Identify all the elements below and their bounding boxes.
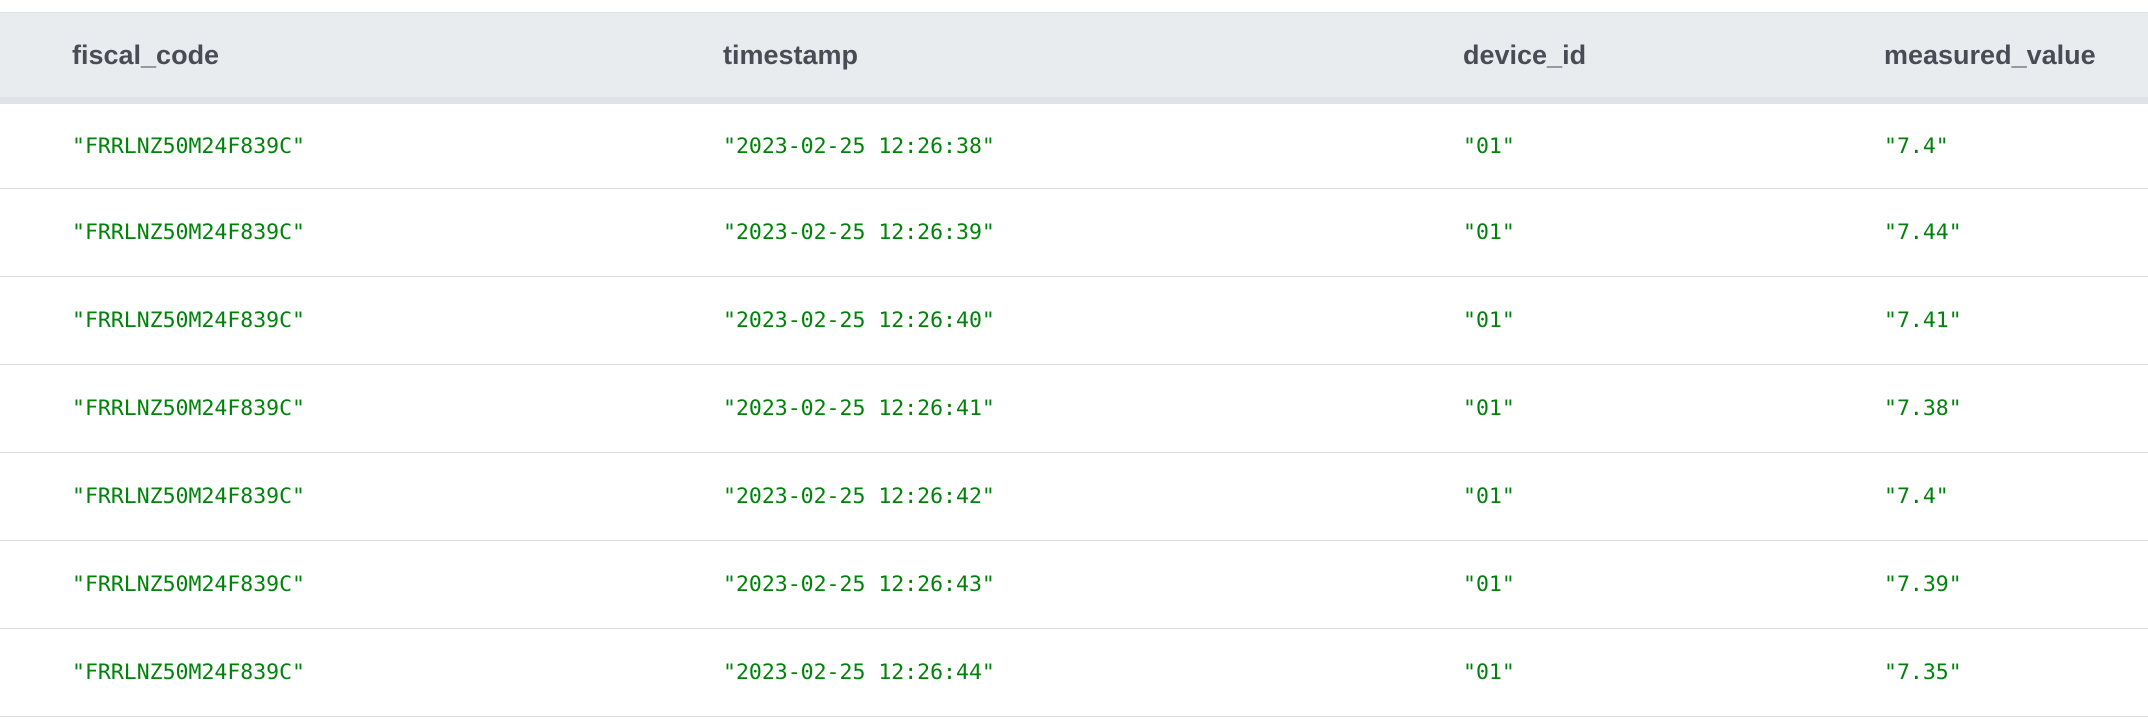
cell-fiscal-code: "FRRLNZ50M24F839C" [72, 133, 305, 159]
cell-timestamp: "2023-02-25 12:26:43" [723, 572, 995, 597]
cell-measured-value: "7.4" [1884, 133, 1949, 159]
cell-timestamp: "2023-02-25 12:26:39" [723, 220, 995, 245]
cell-device-id: "01" [1463, 133, 1515, 159]
cell-timestamp: "2023-02-25 12:26:40" [723, 308, 995, 333]
cell-measured-value: "7.44" [1884, 220, 1962, 245]
cell-device-id: "01" [1463, 308, 1515, 333]
cell-timestamp: "2023-02-25 12:26:42" [723, 484, 995, 509]
cell-fiscal-code: "FRRLNZ50M24F839C" [72, 308, 305, 333]
cell-measured-value: "7.41" [1884, 308, 1962, 333]
cell-device-id: "01" [1463, 572, 1515, 597]
results-table: fiscal_code timestamp device_id measured… [0, 12, 2148, 717]
header-row: fiscal_code timestamp device_id measured… [0, 12, 2148, 101]
results-table-container: fiscal_code timestamp device_id measured… [0, 0, 2148, 726]
cell-measured-value: "7.38" [1884, 396, 1962, 421]
cell-fiscal-code: "FRRLNZ50M24F839C" [72, 484, 305, 509]
table-row: "FRRLNZ50M24F839C" "2023-02-25 12:26:42"… [0, 453, 2148, 541]
table-row: "FRRLNZ50M24F839C" "2023-02-25 12:26:39"… [0, 189, 2148, 277]
cell-device-id: "01" [1463, 660, 1515, 685]
column-header-fiscal-code[interactable]: fiscal_code [0, 13, 723, 101]
cell-device-id: "01" [1463, 220, 1515, 245]
cell-timestamp: "2023-02-25 12:26:44" [723, 660, 995, 685]
cell-fiscal-code: "FRRLNZ50M24F839C" [72, 396, 305, 421]
cell-fiscal-code: "FRRLNZ50M24F839C" [72, 660, 305, 685]
cell-measured-value: "7.4" [1884, 484, 1949, 509]
cell-timestamp: "2023-02-25 12:26:41" [723, 396, 995, 421]
table-body: "FRRLNZ50M24F839C" "2023-02-25 12:26:38"… [0, 101, 2148, 717]
cell-timestamp: "2023-02-25 12:26:38" [723, 133, 995, 159]
table-row: "FRRLNZ50M24F839C" "2023-02-25 12:26:41"… [0, 365, 2148, 453]
table-header: fiscal_code timestamp device_id measured… [0, 12, 2148, 101]
table-row: "FRRLNZ50M24F839C" "2023-02-25 12:26:38"… [0, 101, 2148, 189]
table-row: "FRRLNZ50M24F839C" "2023-02-25 12:26:43"… [0, 541, 2148, 629]
column-header-device-id[interactable]: device_id [1463, 13, 1884, 101]
cell-device-id: "01" [1463, 396, 1515, 421]
cell-measured-value: "7.35" [1884, 660, 1962, 685]
cell-measured-value: "7.39" [1884, 572, 1962, 597]
cell-fiscal-code: "FRRLNZ50M24F839C" [72, 572, 305, 597]
column-header-timestamp[interactable]: timestamp [723, 13, 1463, 101]
column-header-measured-value[interactable]: measured_value [1884, 13, 2148, 101]
table-row: "FRRLNZ50M24F839C" "2023-02-25 12:26:44"… [0, 629, 2148, 717]
cell-device-id: "01" [1463, 484, 1515, 509]
cell-fiscal-code: "FRRLNZ50M24F839C" [72, 220, 305, 245]
table-row: "FRRLNZ50M24F839C" "2023-02-25 12:26:40"… [0, 277, 2148, 365]
